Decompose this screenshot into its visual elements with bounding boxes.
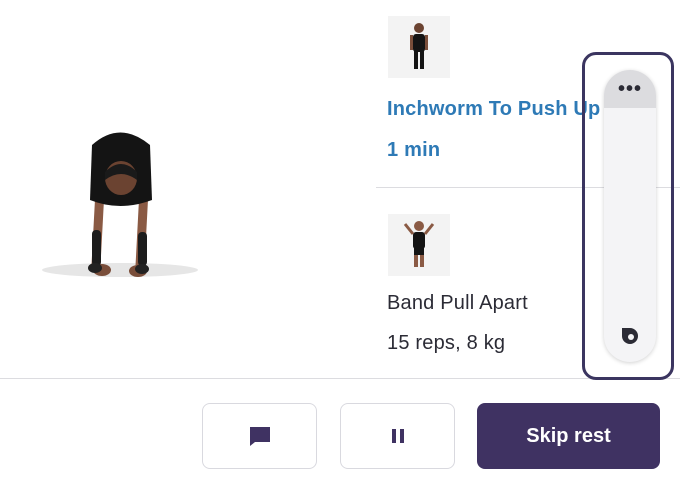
bixby-icon[interactable] <box>618 324 642 348</box>
skip-rest-label: Skip rest <box>526 424 611 447</box>
exercise-demo-figure <box>42 132 198 277</box>
exercise-name: Band Pull Apart <box>387 292 528 314</box>
footer-divider <box>0 378 680 379</box>
exercise-detail: 1 min <box>387 139 441 161</box>
exercise-name: Inchworm To Push Up <box>387 98 601 120</box>
exercise-thumbnail <box>388 16 450 78</box>
chat-bubble-icon <box>249 427 270 446</box>
exercise-video <box>0 0 376 378</box>
assistant-side-panel[interactable]: ••• <box>604 70 656 362</box>
pause-button[interactable] <box>340 403 455 469</box>
more-options-icon[interactable]: ••• <box>604 70 656 108</box>
exercise-thumbnail <box>388 214 450 276</box>
chat-button[interactable] <box>202 403 317 469</box>
pause-icon <box>391 429 404 443</box>
exercise-detail: 15 reps, 8 kg <box>387 332 506 354</box>
skip-rest-button[interactable]: Skip rest <box>477 403 660 469</box>
